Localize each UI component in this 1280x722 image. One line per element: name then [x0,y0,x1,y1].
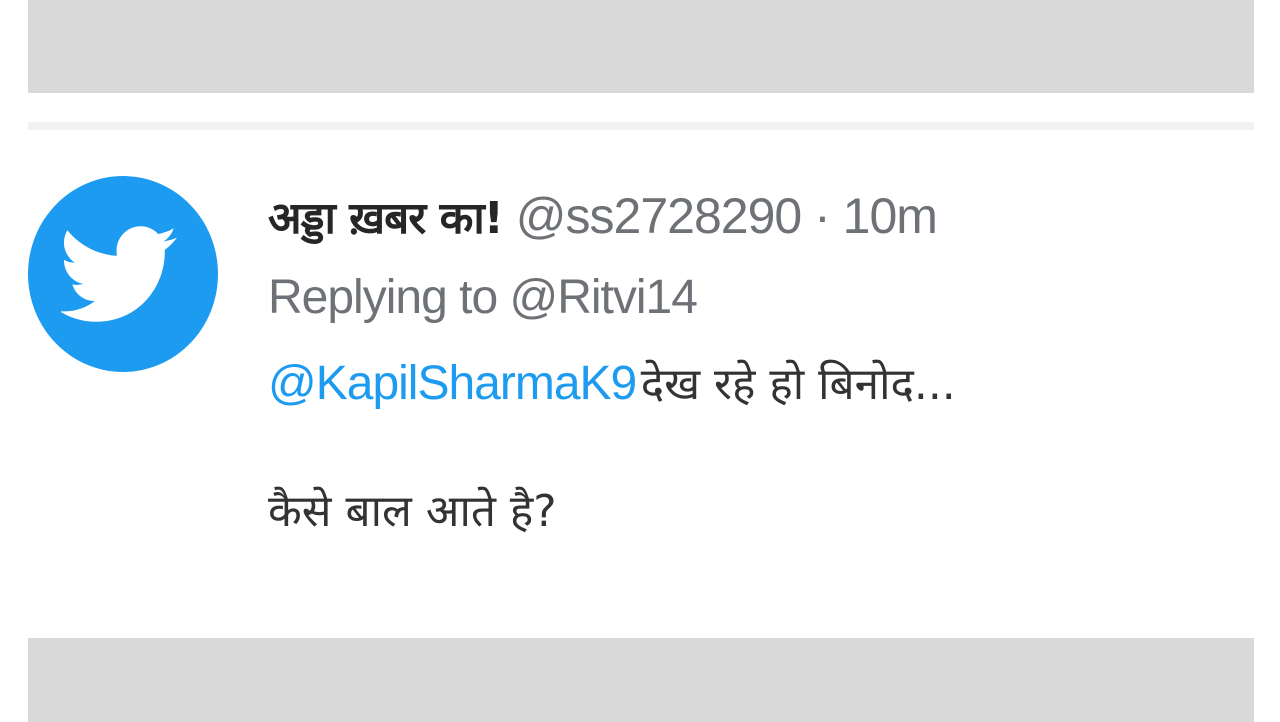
tweet-content: अड्डा ख़बर का! @ss2728290 · 10m Replying… [268,186,1254,544]
display-name[interactable]: अड्डा ख़बर का! [268,193,504,244]
tweet-header: अड्डा ख़बर का! @ss2728290 · 10m [268,186,1254,246]
replying-to-line: Replying to @Ritvi14 [268,268,1254,328]
tweet-text-line-2: कैसे बाल आते है? [268,486,557,537]
replying-to-handle[interactable]: @Ritvi14 [509,271,697,324]
tweet-text-line-1: @KapilSharmaK9 देख रहे हो बिनोद... [268,352,1254,416]
previous-tweet-band [28,0,1254,93]
tweet-page: अड्डा ख़बर का! @ss2728290 · 10m Replying… [0,0,1280,722]
replying-to-label: Replying to [268,271,498,324]
next-tweet-band [28,638,1254,722]
avatar[interactable] [28,176,218,372]
separator-dot: · [814,188,831,244]
tweet-time[interactable]: 10m [843,188,938,244]
tweet[interactable]: अड्डा ख़बर का! @ss2728290 · 10m Replying… [28,130,1254,638]
tweet-divider [28,122,1254,130]
mention-link[interactable]: @KapilSharmaK9 [268,357,637,410]
user-handle[interactable]: @ss2728290 [516,188,802,244]
tweet-text: देख रहे हो बिनोद... [640,359,956,410]
twitter-bird-icon [61,226,178,322]
